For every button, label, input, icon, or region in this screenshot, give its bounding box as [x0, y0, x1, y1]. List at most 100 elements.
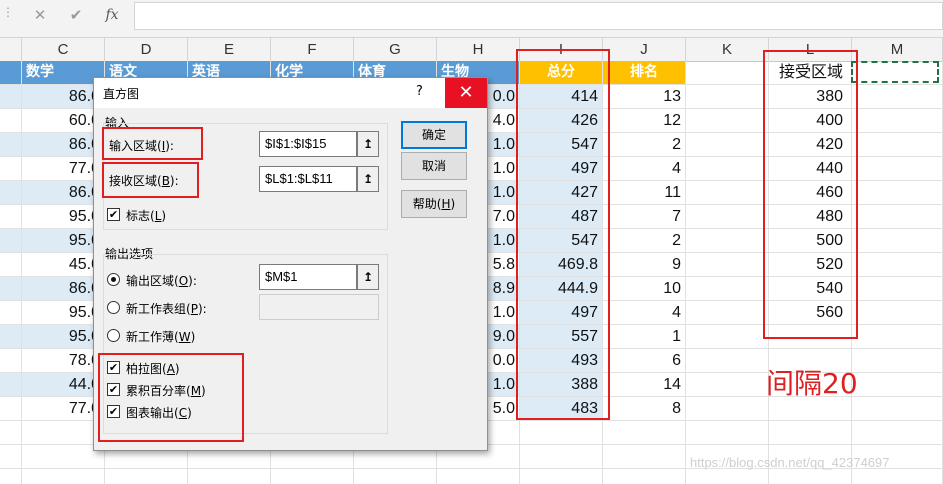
cell-L[interactable]	[769, 469, 852, 484]
cell-K[interactable]	[686, 373, 769, 397]
cell-L[interactable]: 接受区域	[769, 61, 852, 85]
cell-K[interactable]	[686, 205, 769, 229]
cell-I[interactable]: 487	[520, 205, 603, 229]
dialog-titlebar[interactable]: 直方图 ? ✕	[94, 78, 487, 108]
new-ply-field[interactable]	[259, 294, 379, 320]
cell-L[interactable]: 400	[769, 109, 852, 133]
cell-K[interactable]	[686, 181, 769, 205]
cell-_lead[interactable]	[0, 469, 22, 484]
cell-F[interactable]	[271, 469, 354, 484]
cell-I[interactable]: 388	[520, 373, 603, 397]
cell-_lead[interactable]	[0, 349, 22, 373]
cell-D[interactable]	[105, 469, 188, 484]
cell-_lead[interactable]	[0, 325, 22, 349]
cell-J[interactable]	[603, 469, 686, 484]
column-header-B[interactable]	[0, 38, 22, 62]
cell-I[interactable]: 426	[520, 109, 603, 133]
cancel-button[interactable]: 取消	[401, 152, 467, 180]
column-header-M[interactable]: M	[852, 38, 943, 62]
cell-K[interactable]	[686, 349, 769, 373]
cell-I[interactable]: 547	[520, 133, 603, 157]
cell-_lead[interactable]	[0, 157, 22, 181]
cell-_lead[interactable]	[0, 229, 22, 253]
cell-M[interactable]	[852, 469, 943, 484]
column-header-E[interactable]: E	[188, 38, 271, 62]
cell-M[interactable]	[852, 85, 943, 109]
cell-M[interactable]	[852, 421, 943, 445]
cell-J[interactable]: 排名	[603, 61, 686, 85]
cell-_lead[interactable]	[0, 85, 22, 109]
cell-M[interactable]	[852, 157, 943, 181]
cell-J[interactable]: 10	[603, 277, 686, 301]
cell-_lead[interactable]	[0, 181, 22, 205]
cell-L[interactable]	[769, 325, 852, 349]
cell-I[interactable]: 469.8	[520, 253, 603, 277]
cell-_lead[interactable]	[0, 445, 22, 469]
cell-M[interactable]	[852, 277, 943, 301]
cancel-formula-icon[interactable]: ✕	[25, 4, 55, 26]
column-header-H[interactable]: H	[437, 38, 520, 62]
column-header-L[interactable]: L	[769, 38, 852, 62]
column-header-D[interactable]: D	[105, 38, 188, 62]
cell-K[interactable]	[686, 85, 769, 109]
insert-function-icon[interactable]: fx	[97, 4, 127, 26]
pareto-checkbox[interactable]: ✔	[107, 361, 120, 374]
cell-J[interactable]: 13	[603, 85, 686, 109]
cell-K[interactable]	[686, 157, 769, 181]
cell-J[interactable]: 1	[603, 325, 686, 349]
cell-J[interactable]	[603, 445, 686, 469]
column-header-C[interactable]: C	[22, 38, 105, 62]
cell-H[interactable]	[437, 469, 520, 484]
new-ply-radio[interactable]	[107, 301, 120, 314]
cell-I[interactable]: 483	[520, 397, 603, 421]
drag-handle-icon[interactable]: ⋮	[2, 6, 14, 18]
cell-L[interactable]: 380	[769, 85, 852, 109]
cell-K[interactable]	[686, 421, 769, 445]
enter-formula-icon[interactable]: ✔	[61, 4, 91, 26]
cell-J[interactable]: 8	[603, 397, 686, 421]
cell-K[interactable]	[686, 253, 769, 277]
column-header-J[interactable]: J	[603, 38, 686, 62]
column-header-F[interactable]: F	[271, 38, 354, 62]
cell-_lead[interactable]	[0, 205, 22, 229]
cell-C[interactable]	[22, 469, 105, 484]
cell-K[interactable]	[686, 469, 769, 484]
output-range-radio[interactable]	[107, 273, 120, 286]
help-icon[interactable]: ?	[416, 84, 423, 99]
cell-L[interactable]: 420	[769, 133, 852, 157]
cell-M[interactable]	[852, 349, 943, 373]
cell-I[interactable]	[520, 421, 603, 445]
cell-L[interactable]: 460	[769, 181, 852, 205]
cell-L[interactable]: 480	[769, 205, 852, 229]
input-range-field[interactable]: $I$1:$I$15	[259, 131, 357, 157]
cell-J[interactable]: 7	[603, 205, 686, 229]
cell-I[interactable]: 总分	[520, 61, 603, 85]
cell-M[interactable]	[852, 301, 943, 325]
column-header-G[interactable]: G	[354, 38, 437, 62]
cell-K[interactable]	[686, 109, 769, 133]
cell-L[interactable]: 560	[769, 301, 852, 325]
cell-M[interactable]	[852, 253, 943, 277]
new-workbook-radio[interactable]	[107, 329, 120, 342]
cell-J[interactable]: 14	[603, 373, 686, 397]
bin-range-field[interactable]: $L$1:$L$11	[259, 166, 357, 192]
collapse-dialog-icon[interactable]: ↥	[357, 131, 379, 157]
cell-I[interactable]: 444.9	[520, 277, 603, 301]
cell-_lead[interactable]	[0, 109, 22, 133]
cell-K[interactable]	[686, 277, 769, 301]
cell-I[interactable]: 497	[520, 157, 603, 181]
cell-M[interactable]	[852, 205, 943, 229]
cell-J[interactable]: 2	[603, 133, 686, 157]
cell-J[interactable]: 4	[603, 157, 686, 181]
cell-J[interactable]: 9	[603, 253, 686, 277]
cell-I[interactable]: 557	[520, 325, 603, 349]
cell-L[interactable]	[769, 421, 852, 445]
cell-_lead[interactable]	[0, 133, 22, 157]
column-header-K[interactable]: K	[686, 38, 769, 62]
cell-L[interactable]: 540	[769, 277, 852, 301]
cell-J[interactable]	[603, 421, 686, 445]
cell-M[interactable]	[852, 109, 943, 133]
cell-J[interactable]: 11	[603, 181, 686, 205]
cumulative-checkbox[interactable]: ✔	[107, 383, 120, 396]
column-header-I[interactable]: I	[520, 38, 603, 62]
